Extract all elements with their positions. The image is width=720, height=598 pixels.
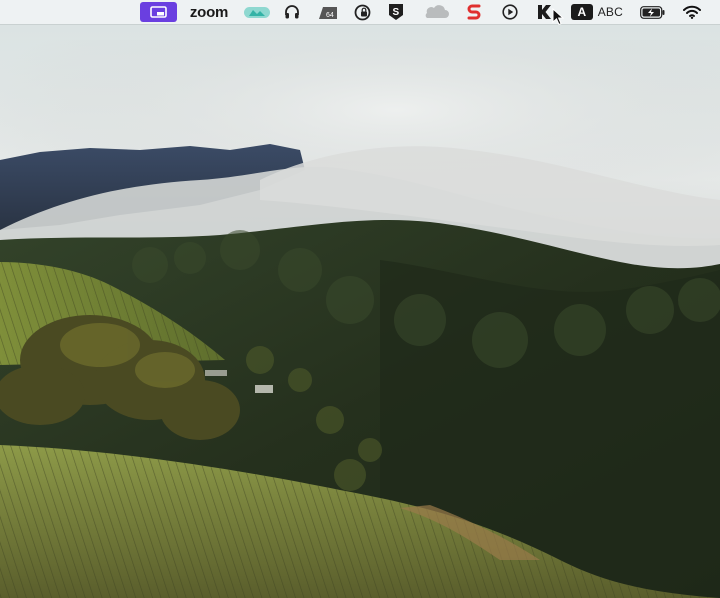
headphones-menu[interactable] <box>283 2 301 22</box>
desktop: zoom 64 S A ABC <box>0 0 720 598</box>
red-s-icon <box>467 4 481 20</box>
memory-monitor-menu[interactable]: 64 <box>316 2 340 22</box>
cloud-menu[interactable] <box>423 2 449 22</box>
svg-text:S: S <box>393 7 400 18</box>
lock-shield-icon <box>354 4 370 20</box>
keystroke-menu[interactable] <box>535 2 553 22</box>
battery-menu[interactable] <box>639 2 665 22</box>
teal-cloud-icon <box>244 7 270 18</box>
svg-text:64: 64 <box>326 12 334 19</box>
wifi-menu[interactable] <box>682 2 702 22</box>
k-app-icon <box>538 5 551 19</box>
red-s-menu[interactable] <box>466 2 482 22</box>
grey-cloud-icon <box>425 5 449 18</box>
screen-recorder-icon <box>140 2 177 22</box>
desktop-wallpaper <box>0 0 720 598</box>
screen-recorder-menu[interactable] <box>140 2 177 22</box>
s-app-menu[interactable]: S <box>387 2 405 22</box>
input-source-label: ABC <box>597 5 623 19</box>
play-circle-icon <box>502 4 518 20</box>
wifi-icon <box>683 5 701 19</box>
input-source-menu[interactable]: A ABC <box>571 2 623 22</box>
headphones-icon <box>285 5 299 19</box>
s-shield-icon: S <box>389 4 403 20</box>
teal-cloud-menu[interactable] <box>244 2 270 22</box>
zoom-label: zoom <box>189 3 229 21</box>
play-menu[interactable] <box>501 2 519 22</box>
drive-64-icon: 64 <box>319 7 337 19</box>
input-source-badge: A <box>571 4 593 20</box>
vpn-menu[interactable] <box>353 2 371 22</box>
zoom-menu[interactable]: zoom <box>188 2 230 22</box>
menu-bar: zoom 64 S A ABC <box>0 0 720 24</box>
battery-charging-icon <box>639 5 664 19</box>
